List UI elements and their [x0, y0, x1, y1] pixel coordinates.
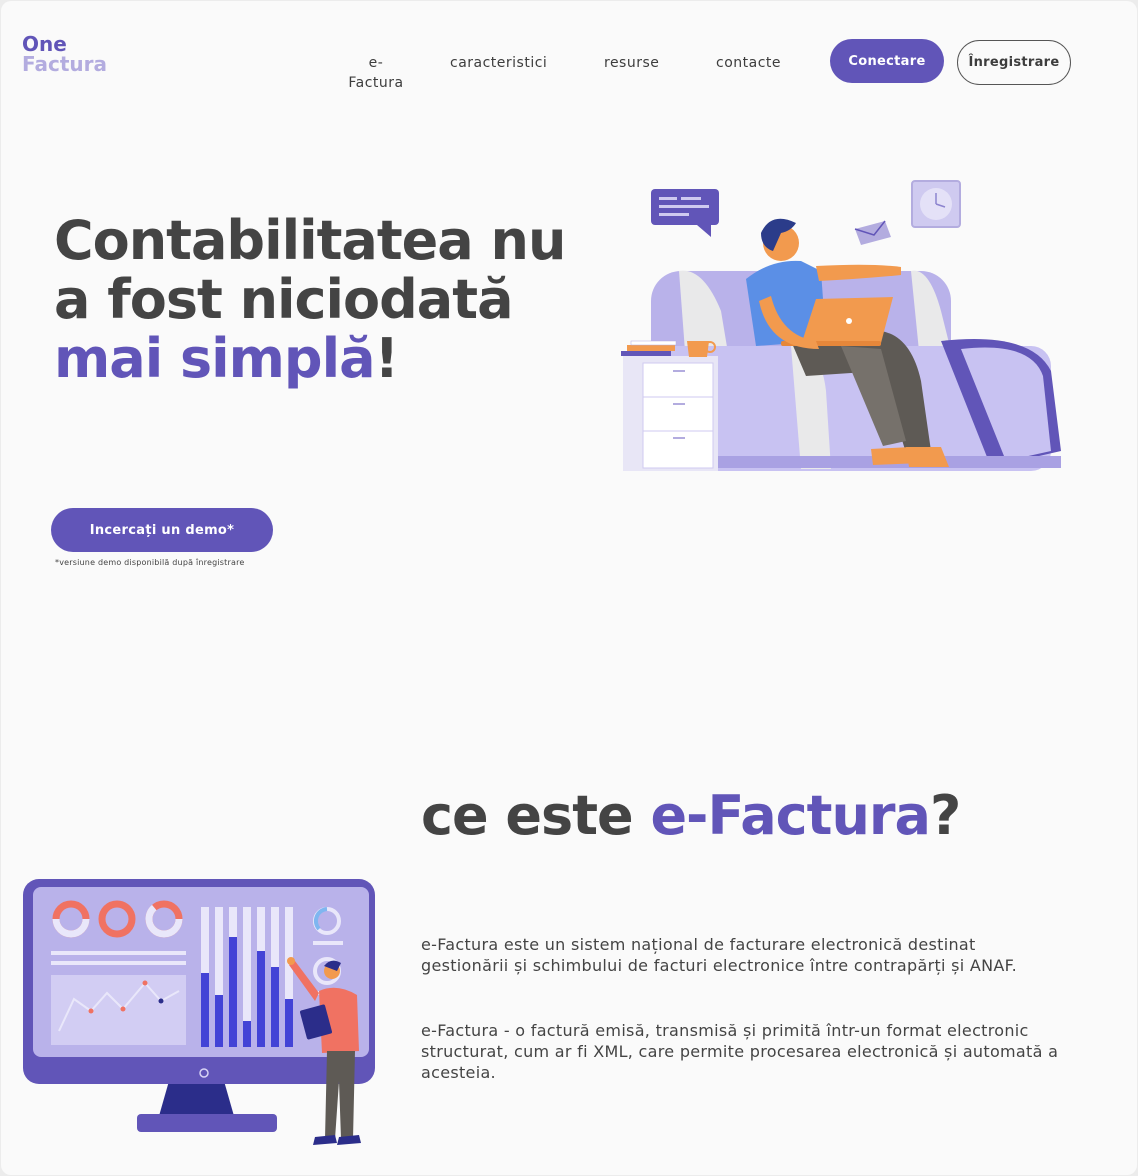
page: One Factura e- Factura caracteristici re… — [1, 1, 1137, 1175]
efactura-title-accent: e-Factura — [650, 784, 931, 847]
nav-link-resurse[interactable]: resurse — [604, 53, 659, 73]
laptop-person-illustration — [621, 180, 1061, 471]
nav-link-caracteristici[interactable]: caracteristici — [450, 53, 547, 73]
demo-note: *versiune demo disponibilă după înregist… — [55, 558, 245, 567]
hero-title-text: Contabilitatea nu a fost niciodată — [54, 209, 566, 331]
try-demo-button[interactable]: Incercați un demo* — [51, 508, 273, 552]
efactura-paragraph-1: e-Factura este un sistem național de fac… — [421, 935, 1017, 975]
dashboard-monitor-illustration — [23, 879, 375, 1145]
hero-title-accent: mai simplă — [54, 327, 376, 390]
nav-link-efactura[interactable]: e- Factura — [341, 53, 411, 93]
logo-line-factura: Factura — [22, 52, 107, 76]
envelope-icon — [854, 220, 891, 245]
login-button[interactable]: Conectare — [830, 39, 944, 83]
efactura-section-title: ce este e-Factura? — [421, 781, 961, 851]
efactura-title-text: ce este — [421, 784, 651, 847]
hero-title: Contabilitatea nu a fost niciodată mai s… — [54, 211, 614, 388]
efactura-paragraph-2: e-Factura - o factură emisă, transmisă ș… — [421, 1021, 1059, 1082]
clock-icon — [911, 180, 961, 228]
logo-line-one: One — [22, 32, 67, 56]
nav-link-contacte[interactable]: contacte — [716, 53, 781, 73]
chat-bubble-icon — [651, 189, 719, 237]
hero-title-end: ! — [374, 327, 400, 390]
logo[interactable]: One Factura — [22, 34, 107, 74]
efactura-title-end: ? — [929, 784, 961, 847]
register-button[interactable]: Înregistrare — [957, 40, 1071, 85]
